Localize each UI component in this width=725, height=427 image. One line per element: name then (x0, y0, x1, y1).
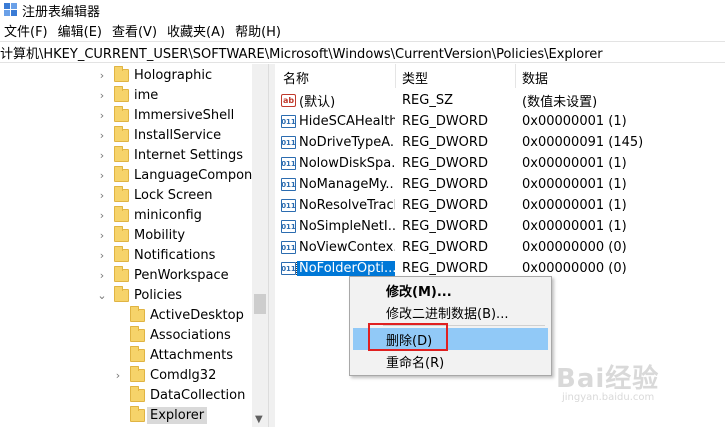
dword-value-icon: 011 (281, 241, 296, 254)
chevron-right-icon[interactable]: › (96, 105, 108, 125)
folder-icon (130, 405, 145, 422)
dword-value-icon: 011 (281, 115, 296, 128)
watermark-url: jingyan.baidu.com (562, 392, 655, 403)
tree-item-activedesktop[interactable]: ActiveDesktop (130, 305, 244, 325)
folder-icon (130, 325, 145, 342)
tree-item-holographic[interactable]: › Holographic (96, 65, 212, 85)
folder-icon (114, 85, 129, 102)
tree-item-explorer[interactable]: Explorer (130, 405, 208, 425)
folder-open-icon (114, 285, 129, 302)
string-value-icon: ab (281, 94, 296, 107)
tree-item-immersiveshell[interactable]: › ImmersiveShell (96, 105, 234, 125)
tree-item-lock-screen[interactable]: › Lock Screen (96, 185, 212, 205)
folder-icon (114, 185, 129, 202)
column-name[interactable]: 名称 (283, 68, 309, 87)
tree-item-attachments[interactable]: Attachments (130, 345, 233, 365)
menu-view[interactable]: 查看(V) (108, 21, 163, 40)
tree-item-associations[interactable]: Associations (130, 325, 231, 345)
dword-value-icon: 011 (281, 220, 296, 233)
folder-icon (114, 65, 129, 82)
chevron-right-icon[interactable]: › (96, 125, 108, 145)
folder-icon (114, 145, 129, 162)
chevron-right-icon[interactable]: › (112, 365, 124, 385)
list-row[interactable]: 011 NoResolveTrack REG_DWORD 0x00000001 (… (275, 195, 725, 216)
key-tree[interactable]: › Holographic › ime › ImmersiveShell › Insta… (0, 64, 269, 427)
baidu-watermark: Bai经验 jingyan.baidu.com (556, 358, 660, 403)
column-data[interactable]: 数据 (522, 68, 548, 87)
tree-item-notifications[interactable]: › Notifications (96, 245, 215, 265)
chevron-right-icon[interactable]: › (96, 265, 108, 285)
chevron-right-icon[interactable]: › (96, 205, 108, 225)
folder-icon (114, 205, 129, 222)
menu-help[interactable]: 帮助(H) (231, 21, 287, 40)
folder-icon (114, 245, 129, 262)
folder-icon (130, 385, 145, 402)
menu-item-modify-binary[interactable]: 修改二进制数据(B)... (353, 301, 548, 323)
dword-value-icon: 011 (281, 157, 296, 170)
list-row[interactable]: 011NoViewContex... REG_DWORD 0x00000000 … (275, 237, 725, 258)
dword-value-icon: 011 (281, 178, 296, 191)
menu-edit[interactable]: 编辑(E) (54, 21, 108, 40)
list-row[interactable]: 011 HideSCAHealth REG_DWORD 0x00000001 (1… (275, 111, 725, 132)
list-row[interactable]: 011 NoSimpleNetI... REG_DWORD 0x00000001 … (275, 216, 725, 237)
tree-item-datacollection[interactable]: DataCollection (130, 385, 245, 405)
folder-icon (114, 125, 129, 142)
dword-value-icon: 011 (281, 199, 296, 212)
registry-editor-icon (4, 3, 18, 17)
list-header: 名称 类型 数据 (275, 64, 725, 88)
annotation-highlight-box (368, 323, 448, 351)
tree-item-internet-settings[interactable]: › Internet Settings (96, 145, 243, 165)
chevron-right-icon[interactable]: › (96, 185, 108, 205)
folder-icon (130, 365, 145, 382)
tree-item-comdlg32[interactable]: › Comdlg32 (112, 365, 216, 385)
chevron-right-icon[interactable]: › (96, 65, 108, 85)
column-divider[interactable] (515, 64, 516, 88)
folder-icon (114, 105, 129, 122)
list-row[interactable]: 011 NolowDiskSpa... REG_DWORD 0x00000001 … (275, 153, 725, 174)
chevron-right-icon[interactable]: › (96, 145, 108, 165)
address-path[interactable]: 计算机\HKEY_CURRENT_USER\SOFTWARE\Microsoft… (0, 43, 603, 62)
chevron-right-icon[interactable]: › (96, 225, 108, 245)
chevron-right-icon[interactable]: › (96, 85, 108, 105)
tree-item-mobility[interactable]: › Mobility (96, 225, 185, 245)
tree-item-languagecomponent[interactable]: › LanguageComponer (96, 165, 266, 185)
tree-item-miniconfig[interactable]: › miniconfig (96, 205, 202, 225)
watermark-brand: Bai经验 (556, 364, 660, 394)
folder-icon (130, 345, 145, 362)
dword-value-icon: 011 (281, 262, 296, 275)
menu-item-rename[interactable]: 重命名(R) (353, 350, 548, 372)
menu-bar: 文件(F) 编辑(E) 查看(V) 收藏夹(A) 帮助(H) (0, 20, 725, 41)
column-type[interactable]: 类型 (402, 68, 428, 87)
menu-favorites[interactable]: 收藏夹(A) (163, 21, 231, 40)
tree-item-policies[interactable]: ⌄ Policies (96, 285, 182, 305)
address-bar[interactable]: 计算机\HKEY_CURRENT_USER\SOFTWARE\Microsoft… (0, 41, 725, 63)
tree-item-ime[interactable]: › ime (96, 85, 158, 105)
list-row[interactable]: 011 NoManageMy... REG_DWORD 0x00000001 (1… (275, 174, 725, 195)
menu-file[interactable]: 文件(F) (0, 21, 54, 40)
tree-item-penworkspace[interactable]: › PenWorkspace (96, 265, 229, 285)
scrollbar-thumb[interactable] (254, 294, 266, 314)
list-row[interactable]: ab (默认) REG_SZ (数值未设置) (275, 90, 725, 111)
folder-icon (114, 165, 129, 182)
chevron-right-icon[interactable]: › (96, 245, 108, 265)
title-bar: 注册表编辑器 (0, 0, 725, 20)
tree-item-installservice[interactable]: › InstallService (96, 125, 221, 145)
scroll-down-icon[interactable]: ▼ (255, 414, 263, 425)
dword-value-icon: 011 (281, 136, 296, 149)
window-title: 注册表编辑器 (22, 4, 101, 20)
folder-icon (114, 225, 129, 242)
list-row[interactable]: 011 NoDriveTypeA... REG_DWORD 0x00000091 … (275, 132, 725, 153)
chevron-down-icon[interactable]: ⌄ (96, 285, 108, 305)
folder-icon (114, 265, 129, 282)
menu-item-modify[interactable]: 修改(M)... (353, 279, 548, 301)
chevron-right-icon[interactable]: › (96, 165, 108, 185)
tree-scrollbar[interactable]: ▼ (252, 64, 268, 427)
column-divider[interactable] (395, 64, 396, 88)
folder-icon (130, 305, 145, 322)
